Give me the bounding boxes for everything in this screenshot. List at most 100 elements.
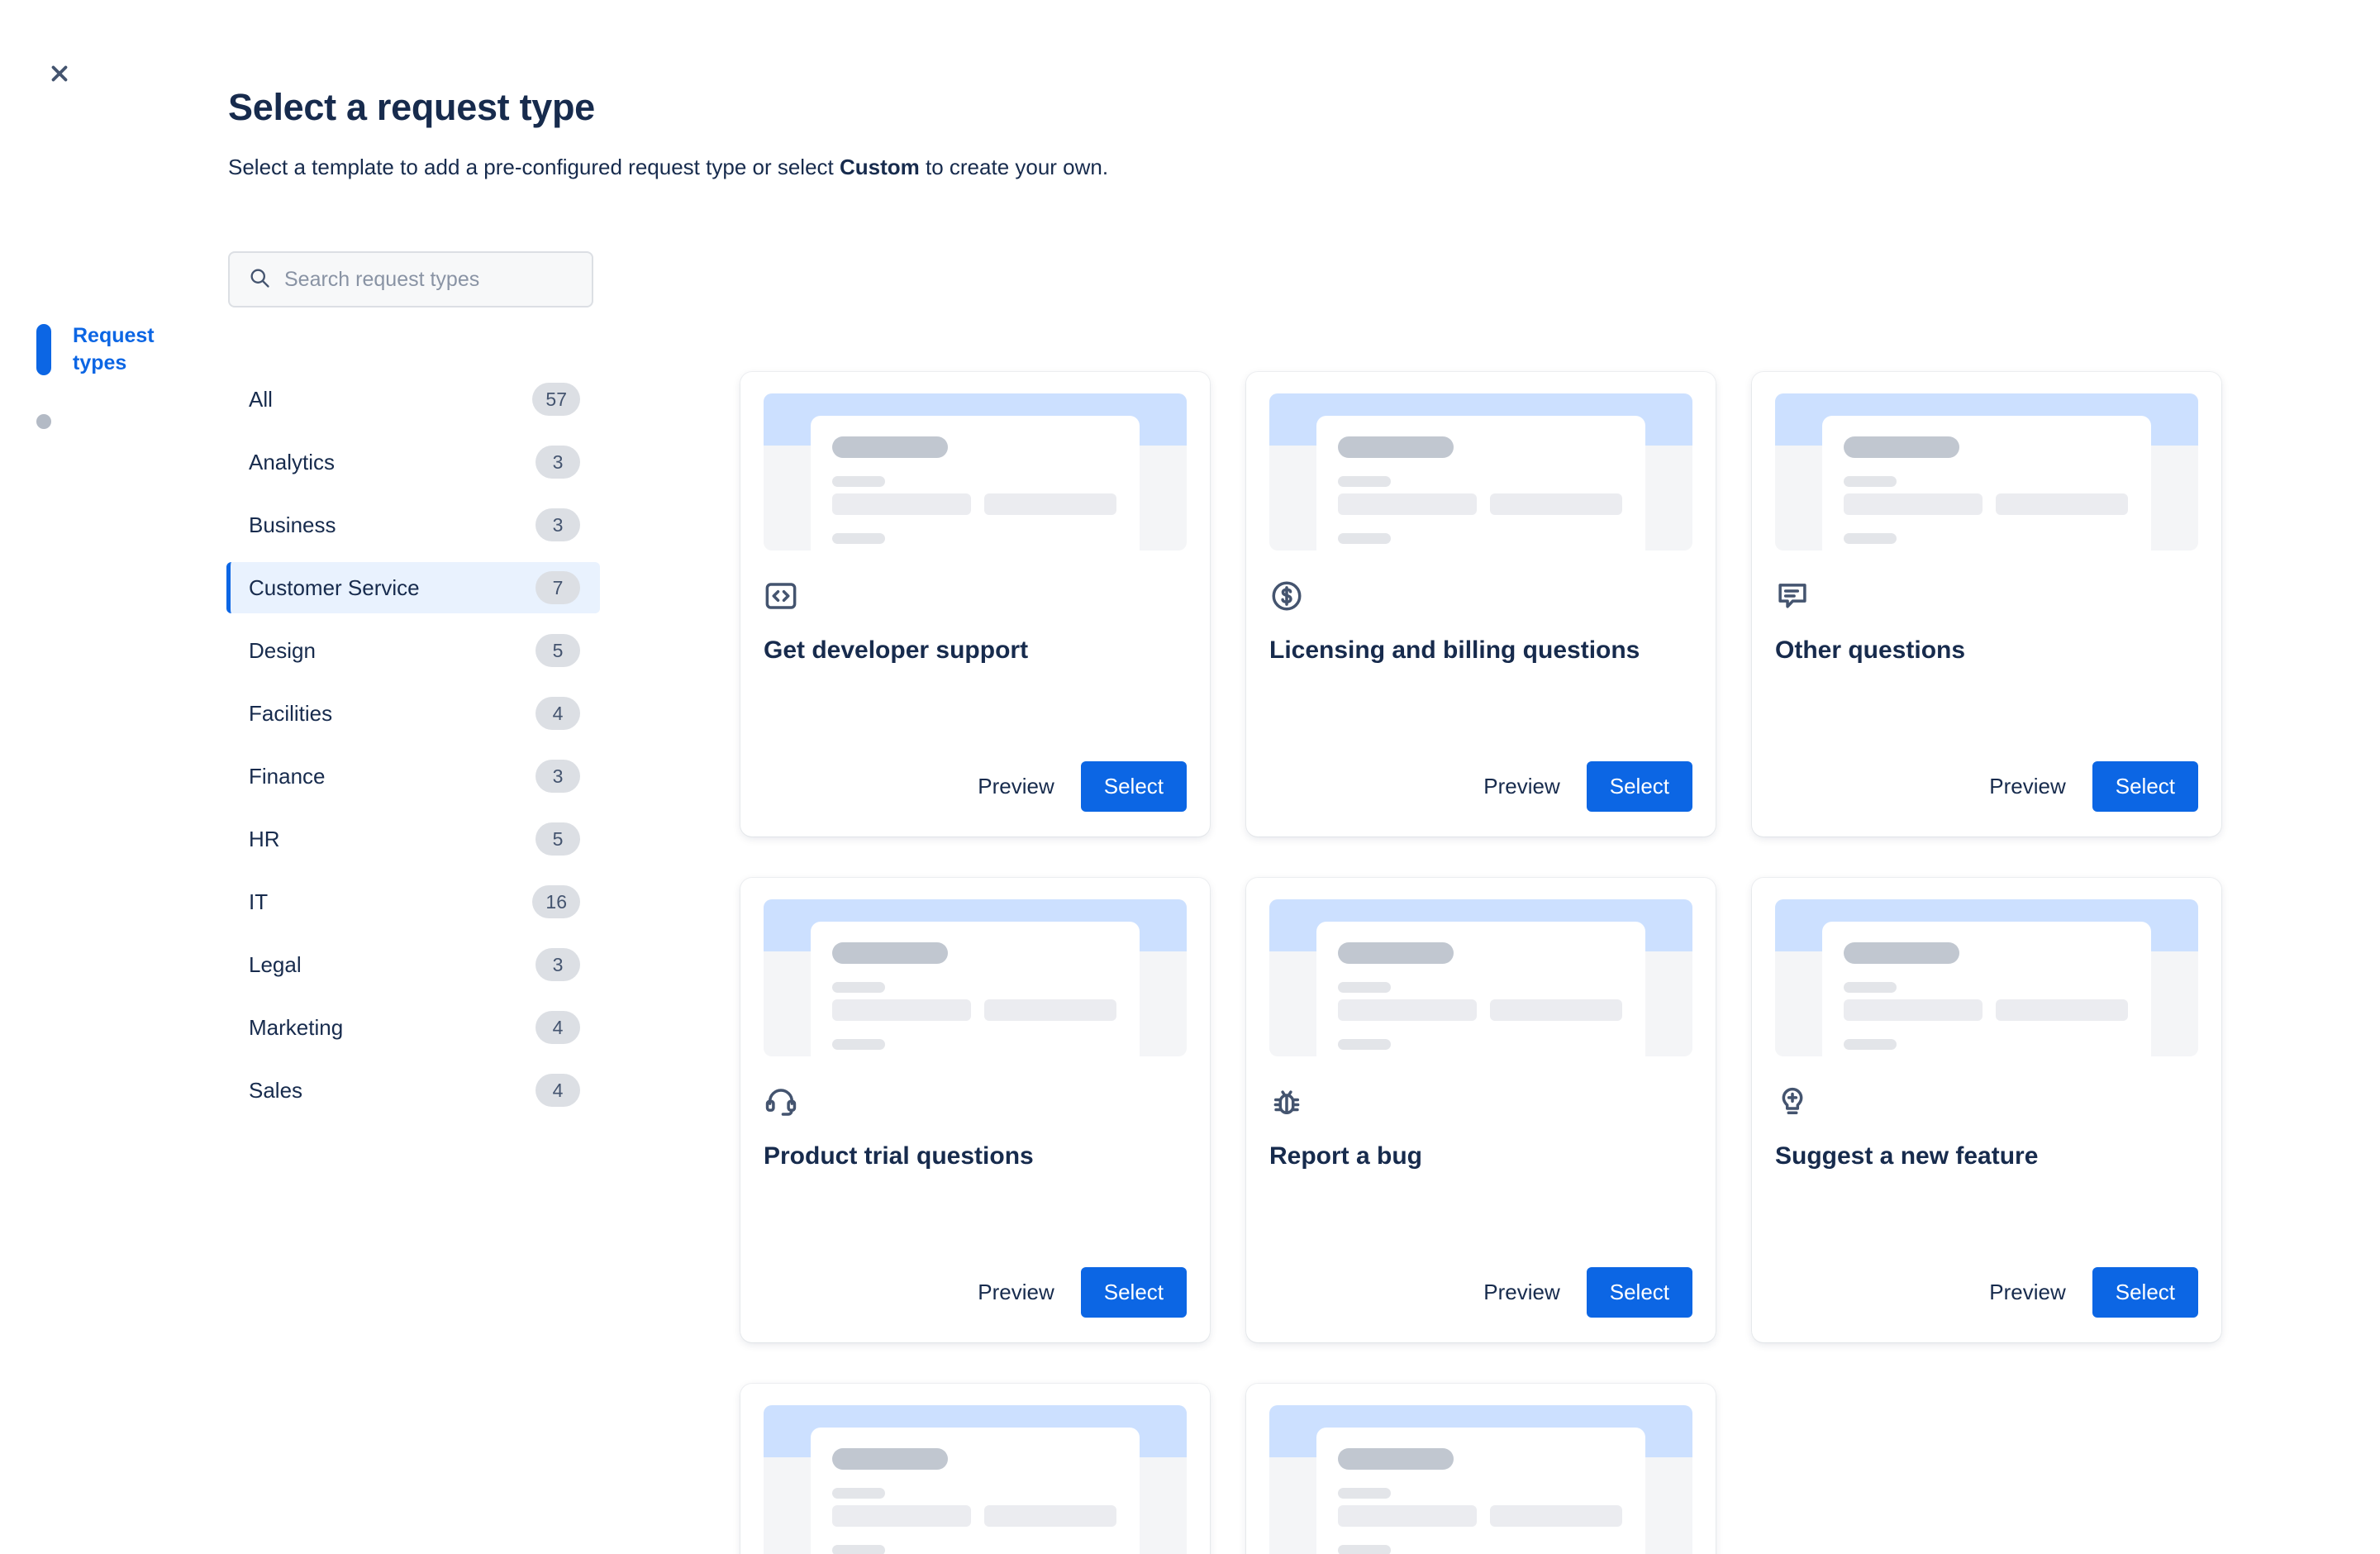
category-item-hr[interactable]: HR 5 xyxy=(226,813,600,865)
category-item-analytics[interactable]: Analytics 3 xyxy=(226,436,600,488)
skeleton-field-row xyxy=(832,1505,1118,1527)
select-button[interactable]: Select xyxy=(2092,761,2198,812)
category-count-badge: 3 xyxy=(536,760,580,793)
card-thumbnail-preview xyxy=(1269,1405,1692,1554)
category-count-badge: 3 xyxy=(536,446,580,479)
select-button[interactable]: Select xyxy=(1080,761,1187,812)
card-actions: Preview Select xyxy=(764,761,1187,812)
select-request-type-dialog: Select a request type Select a template … xyxy=(0,0,2380,1554)
skeleton-field-label xyxy=(1338,1545,1391,1554)
search-input[interactable] xyxy=(284,267,574,292)
category-item-marketing[interactable]: Marketing 4 xyxy=(226,1002,600,1053)
skeleton-field-label xyxy=(1844,476,1897,487)
request-type-card[interactable]: PreviewSelect xyxy=(1246,1384,1716,1554)
page-subtitle-text-before: Select a template to add a pre-configure… xyxy=(228,154,840,179)
skeleton-title-bar xyxy=(1338,436,1454,458)
category-label: Sales xyxy=(249,1077,303,1103)
category-item-facilities[interactable]: Facilities 4 xyxy=(226,688,600,739)
skeleton-field xyxy=(1338,999,1477,1021)
skeleton-field xyxy=(1490,1505,1622,1527)
select-button[interactable]: Select xyxy=(2092,1267,2198,1318)
category-item-customer-service[interactable]: Customer Service 7 xyxy=(226,562,600,613)
preview-button[interactable]: Preview xyxy=(963,1268,1069,1317)
category-item-all[interactable]: All 57 xyxy=(226,374,600,425)
skeleton-field xyxy=(984,493,1116,515)
category-item-design[interactable]: Design 5 xyxy=(226,625,600,676)
request-type-card[interactable]: Other questions Preview Select xyxy=(1752,372,2221,837)
skeleton-field-label xyxy=(1338,476,1391,487)
category-count-badge: 3 xyxy=(536,508,580,541)
select-button[interactable]: Select xyxy=(1586,761,1692,812)
request-type-card[interactable]: PreviewSelect xyxy=(740,1384,1210,1554)
skeleton-field-label xyxy=(832,982,885,993)
skeleton-field xyxy=(1338,493,1477,515)
step-label-request-types: Request types xyxy=(73,324,155,374)
category-item-business[interactable]: Business 3 xyxy=(226,499,600,551)
skeleton-field-row xyxy=(1338,493,1624,515)
category-item-sales[interactable]: Sales 4 xyxy=(226,1065,600,1116)
skeleton-field-label xyxy=(1338,1488,1391,1499)
skeleton-field xyxy=(1996,999,2128,1021)
search-request-types-field[interactable] xyxy=(228,251,593,307)
category-item-finance[interactable]: Finance 3 xyxy=(226,751,600,802)
skeleton-field-label xyxy=(1844,1039,1897,1050)
skeleton-title-bar xyxy=(832,942,948,964)
stepper-step-next[interactable] xyxy=(36,414,202,429)
select-button[interactable]: Select xyxy=(1586,1267,1692,1318)
preview-button[interactable]: Preview xyxy=(1468,762,1574,811)
request-type-card[interactable]: Product trial questions Preview Select xyxy=(740,878,1210,1342)
request-type-card[interactable]: Suggest a new feature Preview Select xyxy=(1752,878,2221,1342)
search-box[interactable] xyxy=(228,251,593,307)
request-type-template-grid: Get developer support Preview Select Licens… xyxy=(740,372,2261,1554)
bug-icon xyxy=(1269,1084,1304,1119)
skeleton-field-label xyxy=(1844,533,1897,544)
comment-bubble-icon xyxy=(1775,579,1810,613)
card-thumbnail-preview xyxy=(1775,899,2198,1056)
skeleton-field-row xyxy=(1844,999,2130,1021)
card-thumbnail-preview xyxy=(1269,393,1692,551)
preview-button[interactable]: Preview xyxy=(1974,762,2080,811)
skeleton-field xyxy=(1490,493,1622,515)
skeleton-field-row xyxy=(1844,493,2130,515)
request-type-card[interactable]: Get developer support Preview Select xyxy=(740,372,1210,837)
card-title: Report a bug xyxy=(1269,1142,1422,1170)
select-button[interactable]: Select xyxy=(1080,1267,1187,1318)
card-title: Other questions xyxy=(1775,636,1966,664)
skeleton-field-label xyxy=(1338,533,1391,544)
skeleton-field xyxy=(1844,999,1983,1021)
skeleton-field-row xyxy=(832,493,1118,515)
skeleton-field xyxy=(832,493,971,515)
thumbnail-form-panel xyxy=(811,416,1140,551)
card-actions: Preview Select xyxy=(1775,1267,2198,1318)
dialog-header: Select a request type Select a template … xyxy=(228,86,1108,182)
skeleton-field-label xyxy=(832,476,885,487)
stepper-step-request-types[interactable]: Request types xyxy=(36,322,202,376)
skeleton-title-bar xyxy=(1844,942,1959,964)
card-thumbnail-preview xyxy=(764,899,1187,1056)
close-dialog-button[interactable] xyxy=(36,51,83,98)
skeleton-field-label xyxy=(1844,982,1897,993)
request-type-card[interactable]: Report a bug Preview Select xyxy=(1246,878,1716,1342)
category-count-badge: 4 xyxy=(536,697,580,730)
category-count-badge: 5 xyxy=(536,634,580,667)
skeleton-field xyxy=(1996,493,2128,515)
category-count-badge: 16 xyxy=(532,885,580,918)
category-item-it[interactable]: IT 16 xyxy=(226,876,600,927)
preview-button[interactable]: Preview xyxy=(1974,1268,2080,1317)
category-label: Customer Service xyxy=(249,574,420,600)
skeleton-field xyxy=(832,999,971,1021)
thumbnail-form-panel xyxy=(1822,922,2151,1056)
wizard-stepper: Request types xyxy=(36,322,202,467)
preview-button[interactable]: Preview xyxy=(1468,1268,1574,1317)
thumbnail-form-panel xyxy=(811,922,1140,1056)
category-item-legal[interactable]: Legal 3 xyxy=(226,939,600,990)
card-title: Licensing and billing questions xyxy=(1269,636,1640,664)
dollar-circle-icon xyxy=(1269,579,1304,613)
category-count-badge: 5 xyxy=(536,822,580,856)
skeleton-field-label xyxy=(832,1488,885,1499)
preview-button[interactable]: Preview xyxy=(963,762,1069,811)
card-thumbnail-preview xyxy=(1269,899,1692,1056)
headset-icon xyxy=(764,1084,798,1119)
request-type-card[interactable]: Licensing and billing questions Preview Se… xyxy=(1246,372,1716,837)
category-label: IT xyxy=(249,889,269,914)
